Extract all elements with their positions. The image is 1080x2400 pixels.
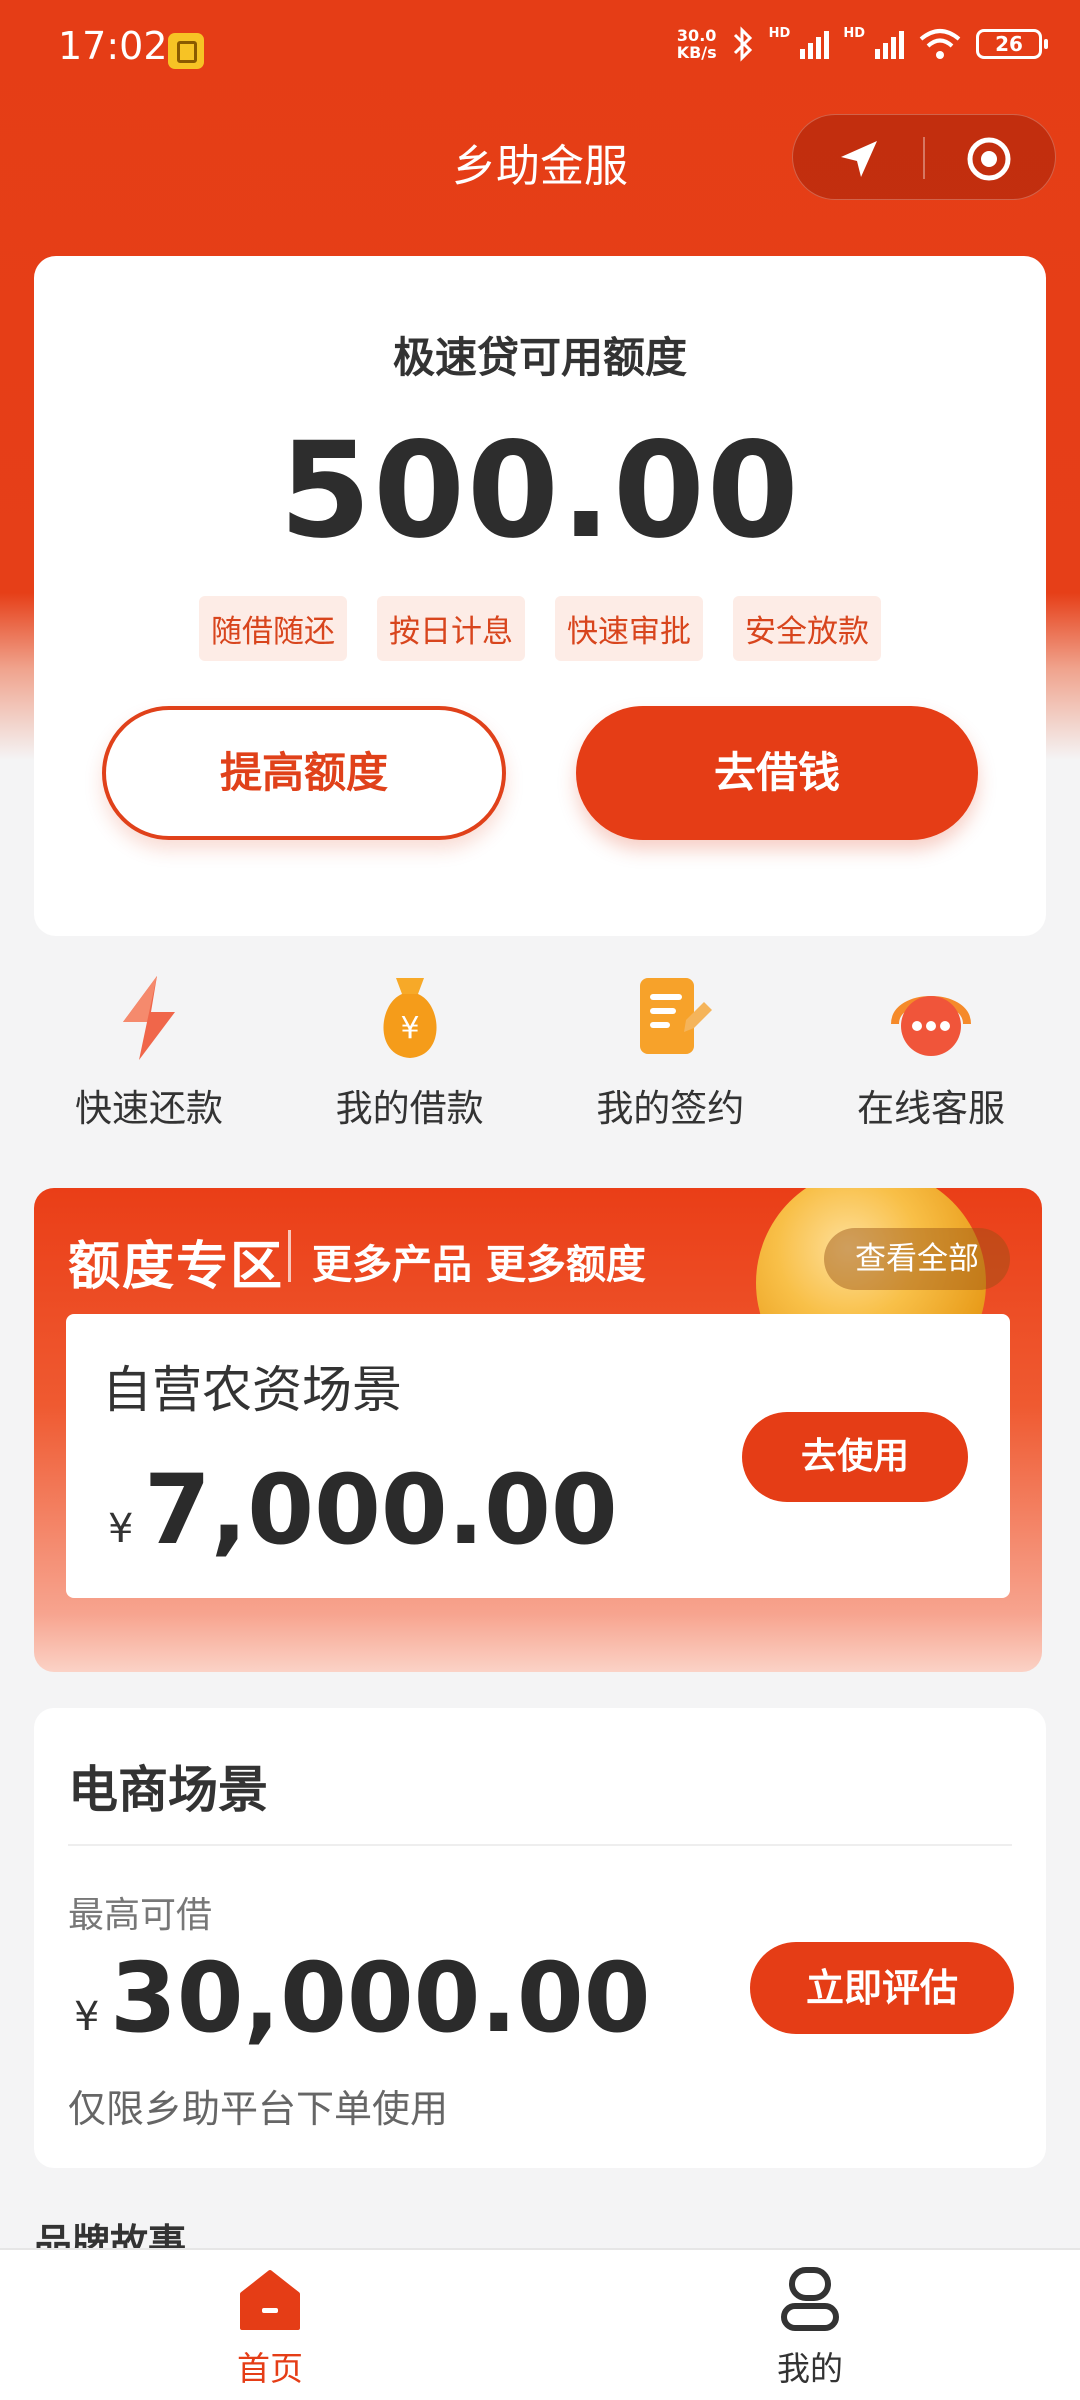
credit-zone-card: 额度专区 更多产品 更多额度 查看全部 自营农资场景 ¥ 7,000.00 去使… [34, 1188, 1042, 1672]
view-all-button[interactable]: 查看全部 [824, 1228, 1010, 1290]
feature-tag: 随借随还 [199, 596, 347, 661]
headset-icon [890, 996, 971, 1056]
status-time: 17:02 [58, 24, 168, 68]
close-target-icon[interactable] [965, 135, 1013, 183]
capsule-divider [923, 137, 925, 179]
agri-scene-card: 自营农资场景 ¥ 7,000.00 去使用 [66, 1314, 1010, 1598]
credit-label: 极速贷可用额度 [392, 333, 687, 382]
hd-label: HD [768, 26, 791, 41]
scene-title: 自营农资场景 [102, 1361, 402, 1419]
quick-my-loans[interactable]: ¥ 我的借款 [295, 968, 525, 1130]
use-button[interactable]: 去使用 [742, 1412, 968, 1502]
feature-tag: 按日计息 [377, 596, 525, 661]
quick-action-label: 在线客服 [856, 1087, 1005, 1130]
ecommerce-title: 电商场景 [68, 1761, 268, 1819]
quick-actions: 快速还款 ¥ 我的借款 我的签约 在线客服 [34, 968, 1046, 1130]
money-bag-icon: ¥ [383, 978, 437, 1058]
tab-me[interactable]: 我的 [710, 2264, 910, 2390]
profile-icon [781, 2267, 839, 2331]
feature-tag: 快速审批 [555, 596, 703, 661]
currency-symbol: ¥ [74, 1994, 100, 2040]
tab-home[interactable]: 首页 [170, 2264, 370, 2390]
tab-me-label: 我的 [777, 2349, 843, 2388]
mini-program-capsule [792, 114, 1056, 200]
divider [68, 1844, 1012, 1846]
ecommerce-card: 电商场景 最高可借 ¥ 30,000.00 仅限乡助平台下单使用 立即评估 [34, 1708, 1046, 2168]
network-speed: 30.0 KB/s [676, 26, 717, 62]
max-borrow-label: 最高可借 [68, 1895, 213, 1936]
quick-repay[interactable]: 快速还款 [34, 968, 264, 1130]
notification-app-icon [168, 33, 204, 69]
ecommerce-amount: 30,000.00 [110, 1942, 651, 2054]
raise-limit-button[interactable]: 提高额度 [102, 706, 506, 840]
zone-subtitle: 更多产品 更多额度 [312, 1242, 646, 1288]
battery-icon: 26 [976, 29, 1048, 59]
signal-icon [800, 29, 830, 59]
bottom-nav: 首页 我的 [0, 2248, 1080, 2400]
credit-card: 极速贷可用额度 500.00 随借随还 按日计息 快速审批 安全放款 提高额度 … [34, 256, 1046, 936]
lightning-icon [123, 976, 175, 1060]
bluetooth-icon [733, 26, 752, 62]
wifi-icon [919, 29, 961, 59]
feature-tag: 安全放款 [733, 596, 881, 661]
hd-label-2: HD [843, 26, 865, 41]
status-icons: 30.0 KB/s HD HD 26 [676, 26, 1048, 62]
quick-my-contracts[interactable]: 我的签约 [555, 968, 785, 1130]
currency-symbol: ¥ [108, 1506, 134, 1552]
zone-separator [288, 1230, 291, 1282]
tab-home-label: 首页 [237, 2349, 303, 2388]
usage-note: 仅限乡助平台下单使用 [68, 2087, 449, 2131]
quick-action-label: 我的借款 [335, 1087, 484, 1130]
home-icon [240, 2270, 300, 2330]
title-bar: 乡助金服 [0, 108, 1080, 208]
location-arrow-icon[interactable] [833, 135, 883, 181]
borrow-button[interactable]: 去借钱 [576, 706, 978, 840]
document-icon [640, 978, 713, 1054]
quick-action-label: 快速还款 [75, 1087, 223, 1130]
svg-text:¥: ¥ [400, 1011, 419, 1046]
scene-amount: 7,000.00 [144, 1454, 618, 1566]
quick-action-label: 我的签约 [596, 1087, 745, 1130]
signal-icon-2 [875, 29, 904, 59]
status-bar: 17:02 30.0 KB/s HD HD 26 [0, 0, 1080, 100]
evaluate-button[interactable]: 立即评估 [750, 1942, 1014, 2034]
credit-amount: 500.00 [279, 414, 801, 568]
zone-title: 额度专区 [68, 1237, 285, 1297]
quick-online-service[interactable]: 在线客服 [816, 968, 1046, 1130]
feature-tags: 随借随还 按日计息 快速审批 安全放款 [34, 596, 1046, 661]
